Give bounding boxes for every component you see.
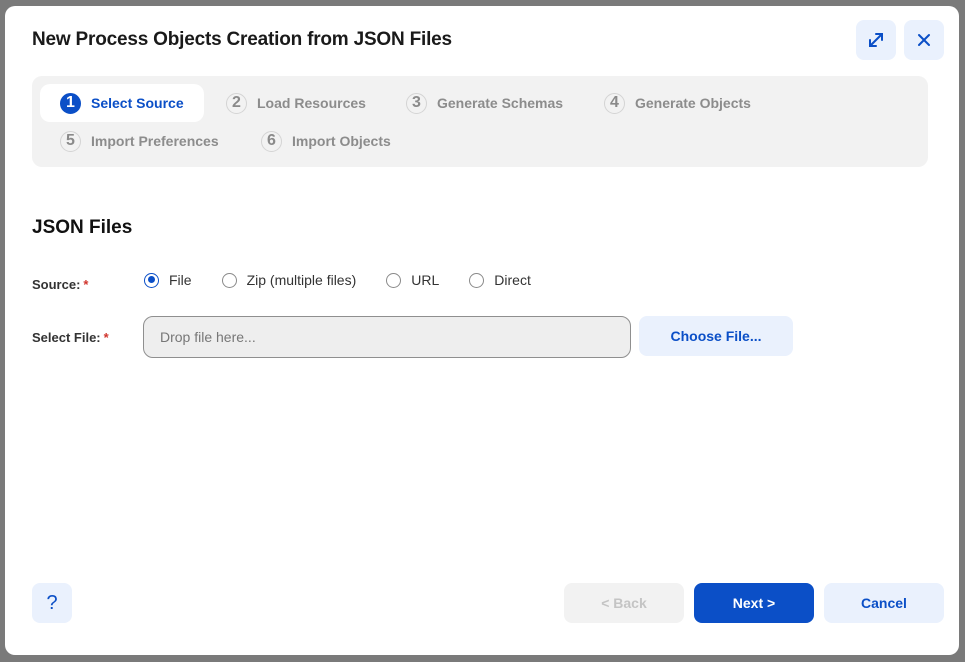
dialog-title: New Process Objects Creation from JSON F… <box>32 29 452 50</box>
radio-button[interactable] <box>221 272 237 288</box>
source-label-text: Source: <box>32 277 81 292</box>
step-label: Import Preferences <box>91 133 219 149</box>
step-number: 4 <box>604 92 625 114</box>
step-label: Generate Schemas <box>437 95 564 111</box>
select-file-label: Select File: * <box>32 330 109 345</box>
drop-placeholder: Drop file here... <box>160 329 256 345</box>
step-import-objects[interactable]: 6 Import Objects <box>241 122 411 160</box>
step-generate-objects[interactable]: 4 Generate Objects <box>584 84 771 122</box>
required-marker: * <box>103 330 109 345</box>
back-button[interactable]: < Back <box>564 583 684 623</box>
wizard-stepper: 1 Select Source 2 Load Resources 3 Gener… <box>32 76 928 167</box>
close-icon <box>916 32 932 48</box>
radio-label: URL <box>411 272 440 288</box>
step-generate-schemas[interactable]: 3 Generate Schemas <box>386 84 583 122</box>
cancel-button[interactable]: Cancel <box>824 583 944 623</box>
radio-direct[interactable]: Direct <box>469 272 531 288</box>
section-title: JSON Files <box>32 217 133 238</box>
radio-label: File <box>169 272 192 288</box>
choose-file-button[interactable]: Choose File... <box>639 316 793 356</box>
step-select-source[interactable]: 1 Select Source <box>40 84 204 122</box>
step-number: 6 <box>261 130 282 152</box>
step-label: Select Source <box>91 95 184 111</box>
step-number: 5 <box>60 130 81 152</box>
radio-label: Zip (multiple files) <box>246 272 357 288</box>
step-number: 2 <box>226 92 247 114</box>
required-marker: * <box>83 277 89 292</box>
radio-zip[interactable]: Zip (multiple files) <box>221 272 357 288</box>
radio-label: Direct <box>494 272 531 288</box>
step-load-resources[interactable]: 2 Load Resources <box>206 84 386 122</box>
radio-button[interactable] <box>386 272 402 288</box>
step-label: Generate Objects <box>635 95 751 111</box>
radio-button[interactable] <box>469 272 485 288</box>
step-number: 1 <box>60 92 81 114</box>
dialog: New Process Objects Creation from JSON F… <box>5 6 959 655</box>
help-button[interactable]: ? <box>32 583 72 623</box>
radio-button-checked[interactable] <box>144 272 159 288</box>
file-drop-input[interactable]: Drop file here... <box>143 316 631 358</box>
step-label: Import Objects <box>292 133 391 149</box>
close-button[interactable] <box>904 20 944 60</box>
radio-url[interactable]: URL <box>386 272 439 288</box>
next-button[interactable]: Next > <box>694 583 814 623</box>
select-file-label-text: Select File: <box>32 330 101 345</box>
source-radio-group: File Zip (multiple files) URL Direct <box>144 271 561 289</box>
source-label: Source: * <box>32 277 88 292</box>
radio-file[interactable]: File <box>144 272 192 288</box>
help-icon: ? <box>46 591 58 614</box>
step-label: Load Resources <box>257 95 366 111</box>
expand-button[interactable] <box>856 20 896 60</box>
expand-arrows-icon <box>866 30 886 50</box>
step-number: 3 <box>406 92 427 114</box>
step-import-preferences[interactable]: 5 Import Preferences <box>40 122 239 160</box>
